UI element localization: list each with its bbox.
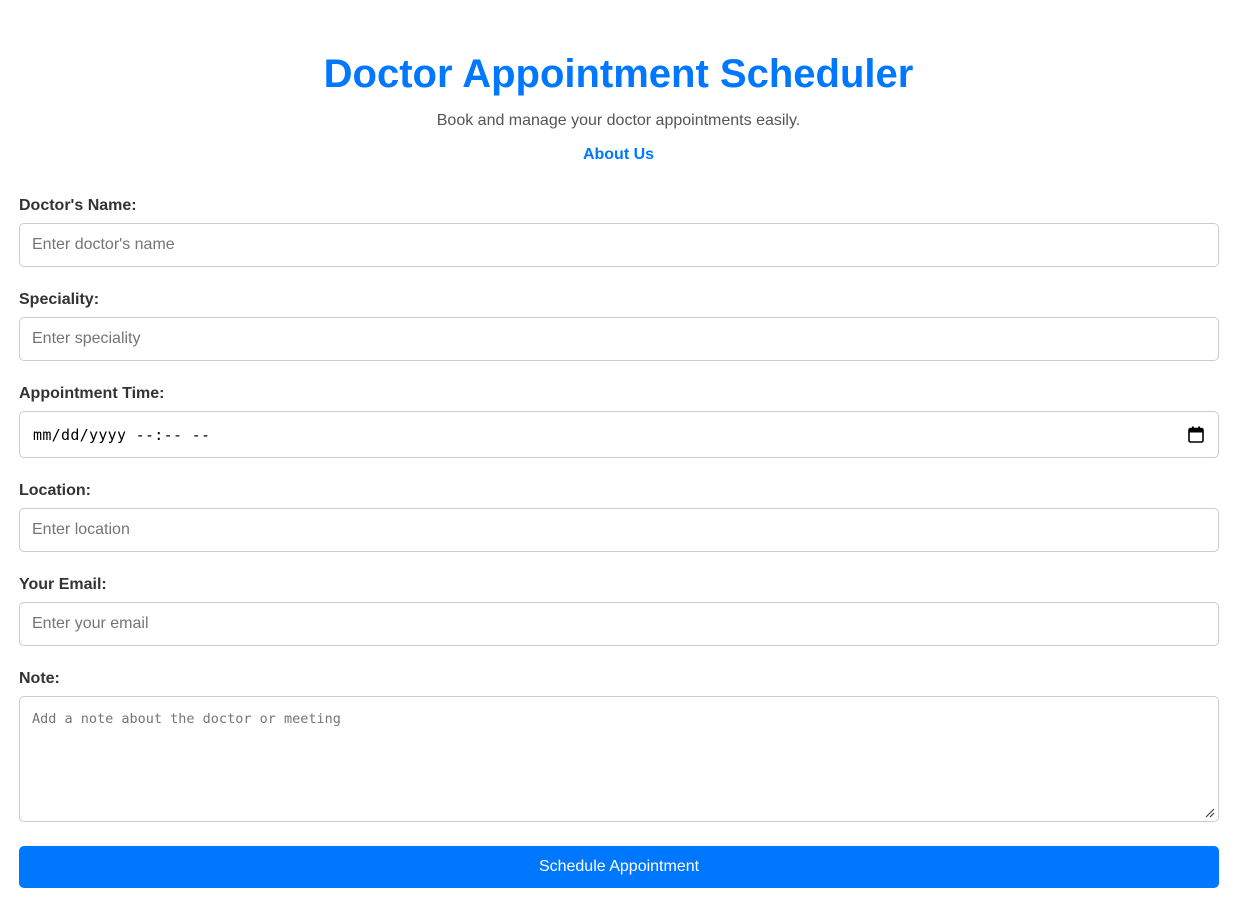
about-us-link[interactable]: About Us	[0, 145, 1237, 165]
email-label: Your Email:	[19, 576, 107, 593]
doctor-name-label: Doctor's Name:	[19, 197, 137, 214]
doctor-name-input[interactable]	[19, 223, 1219, 267]
speciality-input[interactable]	[19, 317, 1219, 361]
note-textarea[interactable]	[19, 696, 1219, 822]
resize-handle-icon[interactable]	[1203, 806, 1215, 818]
speciality-label: Speciality:	[19, 291, 100, 308]
appointment-time-display: mm/dd/yyyy --:-- --	[33, 426, 211, 444]
location-input[interactable]	[19, 508, 1219, 552]
note-label: Note:	[19, 670, 60, 687]
calendar-icon[interactable]	[1188, 426, 1204, 443]
page-subtitle: Book and manage your doctor appointments…	[436, 112, 801, 129]
appointment-time-input[interactable]: mm/dd/yyyy --:-- --	[19, 411, 1219, 458]
appointment-page: Doctor Appointment Scheduler Book and ma…	[0, 0, 1237, 900]
email-input[interactable]	[19, 602, 1219, 646]
appointment-time-label: Appointment Time:	[19, 385, 165, 402]
schedule-appointment-button[interactable]: Schedule Appointment	[19, 846, 1219, 888]
location-label: Location:	[19, 482, 91, 499]
page-title: Doctor Appointment Scheduler	[323, 52, 914, 96]
